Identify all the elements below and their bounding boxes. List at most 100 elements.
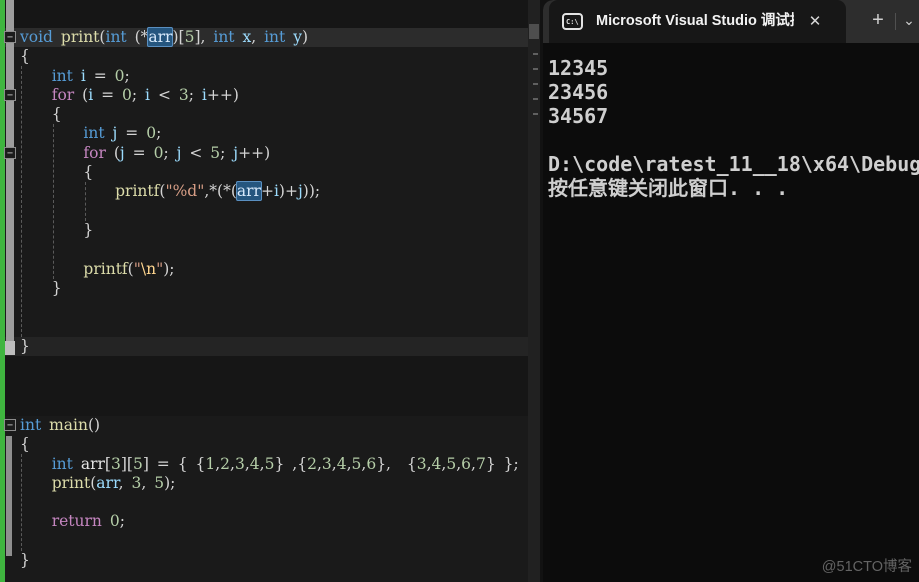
code-token bbox=[41, 416, 49, 434]
code-line[interactable]: { bbox=[0, 47, 528, 66]
code-line[interactable]: return 0; bbox=[0, 512, 528, 531]
fold-collapse-icon[interactable]: − bbox=[4, 419, 16, 431]
code-line[interactable] bbox=[0, 298, 528, 317]
console-line: 按任意键关闭此窗口. . . bbox=[548, 176, 919, 200]
editor-scrollbar[interactable] bbox=[528, 0, 540, 582]
tab-dropdown-button[interactable]: ⌄ bbox=[899, 0, 919, 43]
outline-margin-bar bbox=[6, 436, 12, 556]
code-token bbox=[105, 124, 113, 142]
code-token: 5 bbox=[446, 455, 456, 473]
code-token: < bbox=[150, 86, 179, 104]
fold-collapse-icon[interactable]: − bbox=[4, 31, 16, 43]
code-line[interactable]: } bbox=[0, 279, 528, 298]
code-line[interactable]: printf("\n"); bbox=[0, 260, 528, 279]
code-token: int bbox=[105, 28, 126, 46]
code-line[interactable]: } bbox=[0, 337, 528, 356]
code-token: x bbox=[242, 28, 251, 46]
fold-collapse-icon[interactable]: − bbox=[4, 147, 16, 159]
code-token: 3 bbox=[322, 455, 332, 473]
code-line[interactable]: { bbox=[0, 163, 528, 182]
watermark: @51CTO博客 bbox=[822, 555, 912, 576]
code-token: } bbox=[52, 279, 62, 297]
code-token: 2 bbox=[307, 455, 317, 473]
code-token: ++) bbox=[238, 144, 270, 162]
code-token: \n bbox=[141, 260, 156, 278]
code-token: 2 bbox=[220, 455, 230, 473]
code-token: () bbox=[88, 416, 100, 434]
code-token: 3 bbox=[111, 455, 121, 473]
console-line: 23456 bbox=[548, 80, 919, 104]
code-token bbox=[20, 163, 83, 181]
code-token: = bbox=[93, 86, 122, 104]
code-token: )+ bbox=[279, 182, 298, 200]
code-token: 5 bbox=[265, 455, 275, 473]
scrollbar-mark bbox=[533, 98, 538, 100]
code-token: for bbox=[83, 144, 105, 162]
code-line[interactable]: printf("%d",*(*(arr+i)+j)); bbox=[0, 182, 528, 201]
code-line[interactable]: } bbox=[0, 551, 528, 570]
scrollbar-thumb[interactable] bbox=[529, 24, 539, 39]
code-line[interactable]: int main() bbox=[0, 416, 528, 435]
code-token bbox=[106, 144, 114, 162]
indent-guide bbox=[85, 182, 86, 221]
code-token: ; bbox=[132, 86, 145, 104]
code-line[interactable] bbox=[0, 532, 528, 551]
close-icon[interactable]: ✕ bbox=[800, 0, 830, 43]
highlighted-symbol: arr bbox=[236, 181, 262, 201]
code-token: ) bbox=[302, 28, 308, 46]
code-line[interactable]: int arr[3][5] = { {1,2,3,4,5} ,{2,3,4,5,… bbox=[0, 455, 528, 474]
code-token: main bbox=[49, 416, 88, 434]
code-line[interactable]: void print(int (*arr)[5], int x, int y) bbox=[0, 28, 528, 47]
code-line[interactable]: for (i = 0; i < 3; i++) bbox=[0, 86, 528, 105]
code-token: 4 bbox=[337, 455, 347, 473]
code-line[interactable] bbox=[0, 240, 528, 259]
code-token bbox=[20, 260, 83, 278]
code-block-main-function: int main(){ int arr[3][5] = { {1,2,3,4,5… bbox=[0, 416, 528, 570]
code-token: 5 bbox=[210, 144, 220, 162]
code-token: 0 bbox=[146, 124, 156, 142]
new-tab-button[interactable]: + bbox=[861, 0, 895, 43]
code-token bbox=[20, 86, 52, 104]
console-line bbox=[548, 128, 919, 152]
code-token: ++) bbox=[207, 86, 239, 104]
code-token: "%d" bbox=[165, 182, 204, 200]
code-token: ], bbox=[194, 28, 213, 46]
indent-guide bbox=[21, 66, 22, 337]
code-token: for bbox=[52, 86, 74, 104]
code-line[interactable]: int j = 0; bbox=[0, 124, 528, 143]
code-token: )); bbox=[303, 182, 320, 200]
terminal-tab[interactable]: C:\ Microsoft Visual Studio 调试控制台 ✕ bbox=[549, 0, 846, 43]
code-token: ; bbox=[220, 144, 233, 162]
code-line[interactable]: int i = 0; bbox=[0, 67, 528, 86]
code-token: { bbox=[83, 163, 93, 181]
code-line[interactable]: for (j = 0; j < 5; j++) bbox=[0, 144, 528, 163]
code-token: 0 bbox=[122, 86, 132, 104]
code-token: ][ bbox=[121, 455, 133, 473]
code-token: int bbox=[83, 124, 104, 142]
fold-collapse-icon[interactable]: − bbox=[4, 89, 16, 101]
console-line: D:\code\ratest_11__18\x64\Debug bbox=[548, 152, 919, 176]
outline-margin-end bbox=[5, 341, 15, 355]
code-line[interactable]: } bbox=[0, 221, 528, 240]
code-token: < bbox=[181, 144, 210, 162]
code-block-print-function: void print(int (*arr)[5], int x, int y){… bbox=[0, 28, 528, 356]
code-token: ; bbox=[156, 124, 161, 142]
tab-title: Microsoft Visual Studio 调试控制台 bbox=[596, 0, 794, 43]
code-token: 7 bbox=[476, 455, 486, 473]
code-line[interactable]: print(arr, 3, 5); bbox=[0, 474, 528, 493]
code-token: printf bbox=[115, 182, 159, 200]
code-line[interactable] bbox=[0, 317, 528, 336]
code-line[interactable] bbox=[0, 202, 528, 221]
code-line[interactable]: { bbox=[0, 435, 528, 454]
code-line[interactable] bbox=[0, 493, 528, 512]
code-token: int bbox=[52, 455, 73, 473]
code-token bbox=[102, 512, 110, 530]
indent-guide bbox=[21, 454, 22, 551]
code-token: printf bbox=[83, 260, 127, 278]
code-token: 5 bbox=[352, 455, 362, 473]
code-token: 3 bbox=[235, 455, 245, 473]
code-line[interactable]: { bbox=[0, 105, 528, 124]
code-token: arr bbox=[96, 474, 118, 492]
code-token bbox=[127, 28, 135, 46]
code-token bbox=[20, 474, 52, 492]
